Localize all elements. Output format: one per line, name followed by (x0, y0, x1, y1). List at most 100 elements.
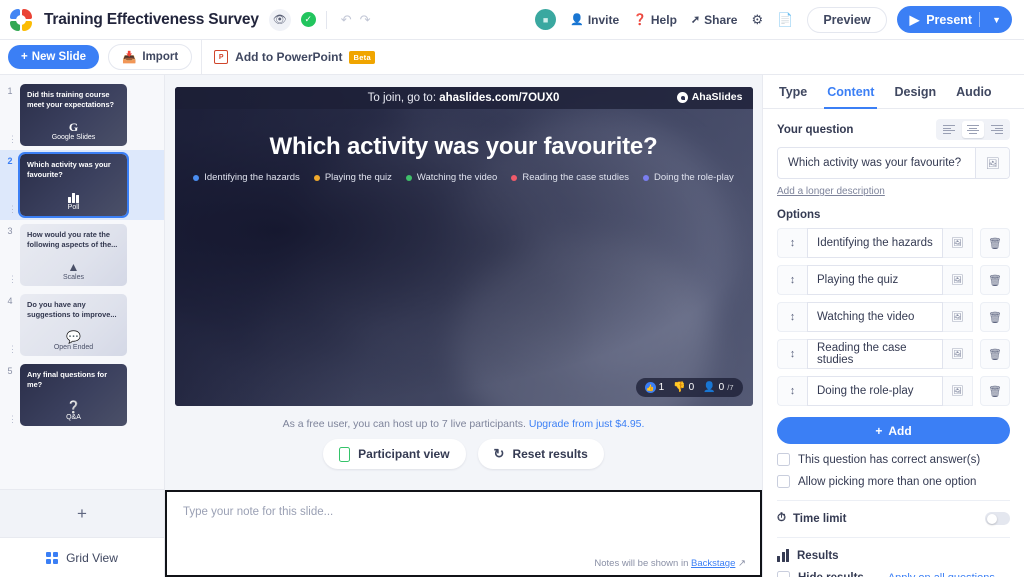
slide-thumb-card[interactable]: Any final questions for me? ❔ Q&A (20, 364, 127, 426)
option-row[interactable]: ↕ Watching the video 🖼 🗑 (777, 302, 1010, 332)
avatar[interactable]: ■ (535, 9, 557, 30)
add-description-link[interactable]: Add a longer description (777, 186, 885, 197)
chevron-down-icon[interactable]: ▼ (987, 15, 1006, 25)
scales-icon: ▲ (67, 260, 80, 274)
time-limit-toggle[interactable] (985, 512, 1010, 525)
correct-answer-row[interactable]: This question has correct answer(s) (777, 453, 1010, 466)
option-delete-button[interactable]: 🗑 (980, 228, 1010, 258)
slides-list[interactable]: 1 Did this training course meet your expe… (0, 75, 164, 489)
slide-menu-icon[interactable]: ⋮ (8, 135, 17, 144)
slide-thumb-card[interactable]: Did this training course meet your expec… (20, 84, 127, 146)
option-row[interactable]: ↕ Doing the role-play 🖼 🗑 (777, 376, 1010, 406)
new-slide-button[interactable]: + New Slide (8, 45, 100, 69)
tab-design[interactable]: Design (894, 75, 936, 109)
app-header: Training Effectiveness Survey 👁 ✓ ↶ ↷ ■ … (0, 0, 1024, 40)
correct-answer-checkbox[interactable] (777, 453, 790, 466)
option-row[interactable]: ↕ Playing the quiz 🖼 🗑 (777, 265, 1010, 295)
option-image-button[interactable]: 🖼 (943, 339, 973, 369)
add-slide-dropzone[interactable]: + (0, 489, 164, 537)
notes-input[interactable]: Type your note for this slide... (183, 506, 744, 518)
slide-thumb-card[interactable]: Which activity was your favourite? Poll (18, 152, 129, 218)
upgrade-link[interactable]: Upgrade from just $4.95. (529, 418, 645, 430)
app-logo-icon[interactable] (10, 8, 32, 31)
slide-thumbnail-1[interactable]: 1 Did this training course meet your expe… (0, 80, 164, 150)
reset-results-button[interactable]: ↻ Reset results (477, 439, 604, 469)
help-button[interactable]: ❓ Help (633, 13, 677, 27)
thumbs-down-stat[interactable]: 👎 0 (673, 382, 694, 393)
thumbs-up-stat[interactable]: 👍 1 (644, 382, 664, 393)
align-right-icon[interactable] (986, 121, 1008, 138)
option-row[interactable]: ↕ Identifying the hazards 🖼 🗑 (777, 228, 1010, 258)
drag-handle-icon[interactable]: ↕ (777, 339, 807, 369)
text-align-group[interactable] (936, 119, 1010, 140)
drag-handle-icon[interactable]: ↕ (777, 376, 807, 406)
option-delete-button[interactable]: 🗑 (980, 265, 1010, 295)
option-delete-button[interactable]: 🗑 (980, 376, 1010, 406)
backstage-link[interactable]: Backstage (691, 558, 735, 569)
tab-content[interactable]: Content (824, 75, 878, 109)
slide-notes-panel[interactable]: Type your note for this slide... Notes w… (165, 490, 762, 577)
invite-button[interactable]: 👤 Invite (570, 13, 619, 27)
hide-results-checkbox[interactable] (777, 571, 790, 577)
participants-stat[interactable]: 👤 0/7 (703, 382, 733, 393)
option-image-button[interactable]: 🖼 (943, 302, 973, 332)
drag-handle-icon[interactable]: ↕ (777, 302, 807, 332)
gear-icon[interactable]: ⚙ (751, 12, 763, 28)
slide-menu-icon[interactable]: ⋮ (8, 275, 17, 284)
slide-menu-icon[interactable]: ⋮ (8, 415, 17, 424)
add-option-button[interactable]: + Add (777, 417, 1010, 444)
option-input[interactable]: Playing the quiz (807, 265, 943, 295)
option-image-button[interactable]: 🖼 (943, 265, 973, 295)
option-delete-button[interactable]: 🗑 (980, 339, 1010, 369)
eye-icon[interactable]: 👁 (268, 8, 291, 31)
option-input[interactable]: Reading the case studies (807, 339, 943, 369)
participant-view-button[interactable]: Participant view (323, 439, 466, 469)
question-image-button[interactable]: 🖼 (975, 148, 1009, 178)
slide-menu-icon[interactable]: ⋮ (8, 345, 17, 354)
slide-menu-icon[interactable]: ⋮ (8, 205, 17, 214)
grid-view-button[interactable]: Grid View (0, 537, 164, 577)
file-export-icon[interactable]: 📄 (777, 12, 793, 28)
apply-all-questions-link[interactable]: Apply on all questions (888, 572, 995, 577)
tab-type[interactable]: Type (779, 75, 807, 109)
undo-icon[interactable]: ↶ (337, 12, 356, 28)
image-icon: 🖼 (951, 274, 964, 286)
slide-thumbnail-4[interactable]: 4 Do you have any suggestions to improve.… (0, 290, 164, 360)
slide-canvas[interactable]: To join, go to: ahaslides.com/7OUX0 AhaS… (174, 87, 753, 406)
option-input[interactable]: Watching the video (807, 302, 943, 332)
image-icon: 🖼 (985, 157, 1000, 170)
hide-results-row[interactable]: Hide results Apply on all questions (777, 571, 1010, 577)
option-image-button[interactable]: 🖼 (943, 376, 973, 406)
share-button[interactable]: ➚ Share (691, 13, 738, 27)
slide-thumb-card[interactable]: Do you have any suggestions to improve..… (20, 294, 127, 356)
redo-icon[interactable]: ↷ (356, 12, 375, 28)
drag-handle-icon[interactable]: ↕ (777, 265, 807, 295)
results-label-group: Results (777, 549, 839, 562)
slide-thumbnail-3[interactable]: 3 How would you rate the following aspect… (0, 220, 164, 290)
present-button[interactable]: ▶ Present ▼ (896, 6, 1012, 33)
slide-thumb-type: Poll (20, 192, 127, 211)
add-to-powerpoint-button[interactable]: P Add to PowerPoint Beta (214, 50, 375, 64)
option-input[interactable]: Doing the role-play (807, 376, 943, 406)
option-input[interactable]: Identifying the hazards (807, 228, 943, 258)
share-label: Share (704, 12, 738, 27)
import-label: Import (142, 51, 179, 63)
question-input-wrap[interactable]: Which activity was your favourite? 🖼 (777, 147, 1010, 179)
panel-tabs[interactable]: Type Content Design Audio (763, 75, 1024, 109)
option-row[interactable]: ↕ Reading the case studies 🖼 🗑 (777, 339, 1010, 369)
option-image-button[interactable]: 🖼 (943, 228, 973, 258)
import-button[interactable]: 📥 Import (108, 44, 193, 70)
slide-thumbnail-2[interactable]: 2 Which activity was your favourite? Poll ⋮ (0, 150, 164, 220)
align-center-icon[interactable] (962, 121, 984, 138)
slide-thumbnail-5[interactable]: 5 Any final questions for me? ❔ Q&A ⋮ (0, 360, 164, 430)
multi-select-checkbox[interactable] (777, 475, 790, 488)
align-left-icon[interactable] (938, 121, 960, 138)
drag-handle-icon[interactable]: ↕ (777, 228, 807, 258)
question-input[interactable]: Which activity was your favourite? (778, 148, 975, 178)
preview-button[interactable]: Preview (807, 6, 887, 33)
multi-select-row[interactable]: Allow picking more than one option (777, 475, 1010, 488)
tab-audio[interactable]: Audio (956, 75, 991, 109)
page-title[interactable]: Training Effectiveness Survey (44, 11, 259, 29)
slide-thumb-card[interactable]: How would you rate the following aspects… (20, 224, 127, 286)
option-delete-button[interactable]: 🗑 (980, 302, 1010, 332)
